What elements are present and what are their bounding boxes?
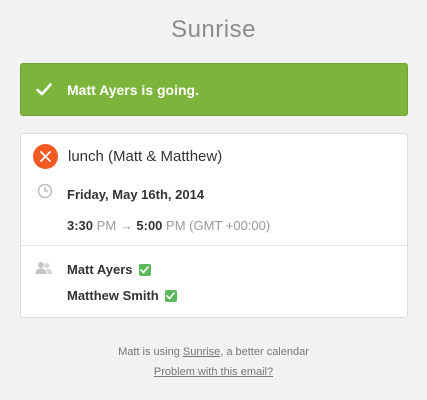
start-period: PM bbox=[93, 218, 117, 233]
attendee-name: Matthew Smith bbox=[67, 288, 159, 303]
event-date: Friday, May 16th, 2014 bbox=[67, 187, 205, 202]
attendee-row: Matthew Smith bbox=[67, 288, 177, 303]
event-time: 3:30 PM → 5:00 PM (GMT +00:00) bbox=[67, 218, 270, 233]
sunrise-link[interactable]: Sunrise bbox=[183, 346, 220, 358]
brand-title: Sunrise bbox=[171, 16, 256, 43]
start-time: 3:30 bbox=[67, 218, 94, 233]
end-period: PM bbox=[162, 218, 186, 233]
footer-line: Matt is using Sunrise, a better calendar bbox=[0, 342, 427, 362]
event-card: lunch (Matt & Matthew) Friday, May 16th,… bbox=[20, 133, 408, 318]
arrow-text: → bbox=[116, 218, 137, 233]
footer-suffix: , a better calendar bbox=[220, 346, 309, 358]
people-icon bbox=[35, 261, 53, 280]
timezone: (GMT +00:00) bbox=[185, 218, 271, 233]
check-icon bbox=[21, 83, 67, 96]
clock-icon bbox=[37, 183, 53, 204]
fork-knife-icon bbox=[33, 144, 58, 169]
end-time: 5:00 bbox=[136, 218, 163, 233]
divider bbox=[21, 245, 407, 246]
attendee-name: Matt Ayers bbox=[67, 262, 133, 277]
banner-message: Matt Ayers is going. bbox=[67, 81, 199, 98]
attendee-row: Matt Ayers bbox=[67, 262, 151, 277]
accepted-check-icon bbox=[164, 289, 177, 302]
event-title-row: lunch (Matt & Matthew) bbox=[33, 144, 222, 169]
accepted-check-icon bbox=[138, 263, 151, 276]
footer-prefix: Matt is using bbox=[118, 346, 183, 358]
rsvp-banner: Matt Ayers is going. bbox=[20, 63, 408, 116]
footer: Matt is using Sunrise, a better calendar… bbox=[0, 342, 427, 382]
problem-link[interactable]: Problem with this email? bbox=[154, 366, 273, 378]
event-title: lunch (Matt & Matthew) bbox=[68, 148, 223, 165]
